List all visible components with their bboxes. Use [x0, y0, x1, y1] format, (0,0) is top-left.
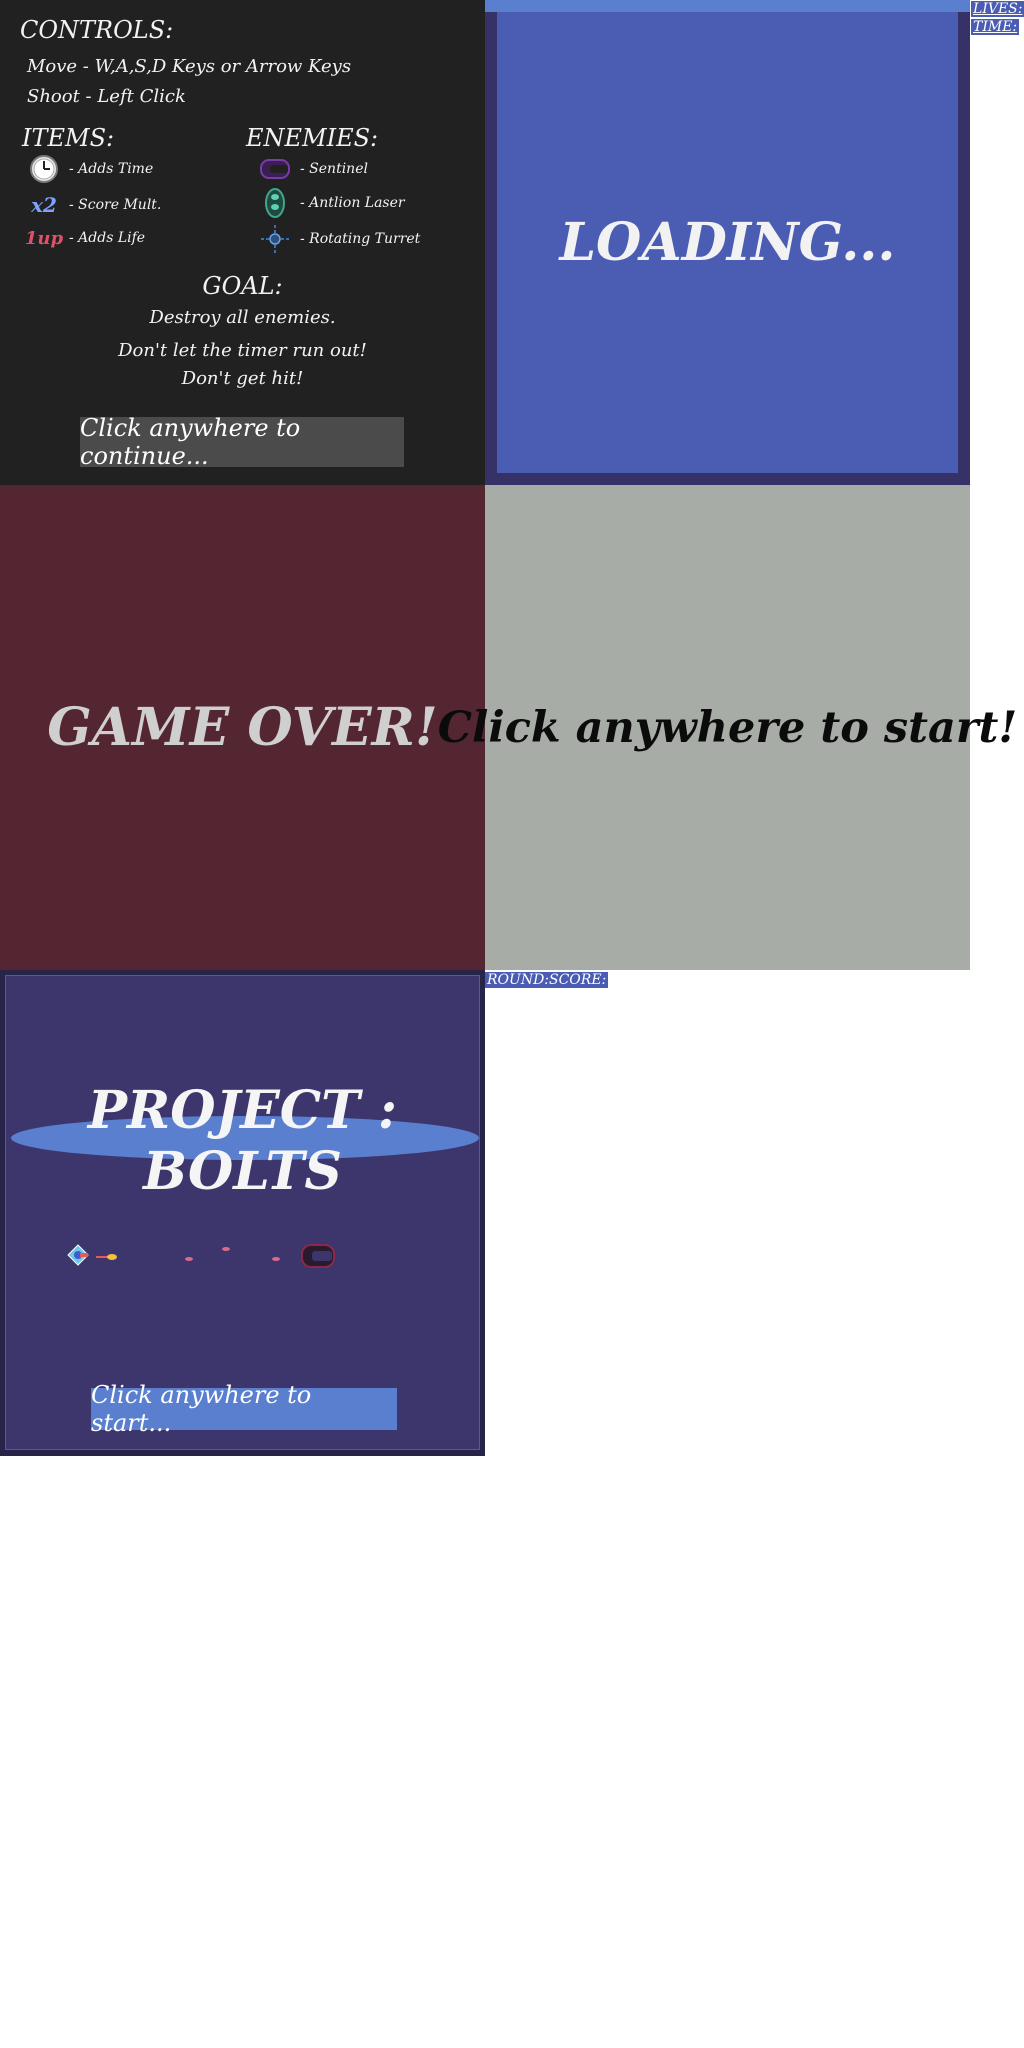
items-heading: ITEMS:: [22, 124, 115, 152]
x2-icon: x2: [31, 193, 57, 217]
round-score-label: ROUND:SCORE:: [485, 972, 609, 988]
rotating-turret-icon: [258, 224, 292, 254]
enemy-sentinel-label: - Sentinel: [300, 161, 368, 177]
controls-heading: CONTROLS:: [20, 16, 174, 44]
shoot-instruction: Shoot - Left Click: [27, 86, 186, 107]
game-title: PROJECT : BOLTS: [87, 1080, 398, 1202]
enemy-turret: - Rotating Turret: [258, 224, 420, 254]
goal-line-1: Destroy all enemies.: [149, 307, 336, 328]
enemy-sentinel: - Sentinel: [258, 154, 368, 184]
title-start-button[interactable]: Click anywhere to start...: [91, 1381, 397, 1437]
time-label: TIME:: [971, 19, 1020, 35]
item-score-mult-label: - Score Mult.: [69, 197, 162, 213]
item-life-label: - Adds Life: [69, 230, 146, 246]
move-instruction: Move - W,A,S,D Keys or Arrow Keys: [27, 56, 352, 77]
item-life: 1up - Adds Life: [24, 223, 146, 253]
item-time-label: - Adds Time: [69, 161, 154, 177]
game-over-panel: GAME OVER!: [0, 485, 485, 970]
continue-button[interactable]: Click anywhere to continue...: [80, 414, 404, 470]
demo-scene: [67, 1244, 335, 1268]
loading-panel: LOADING...: [485, 0, 970, 485]
goal-heading: GOAL:: [202, 272, 283, 300]
sentinel-enemy-icon: [301, 1244, 335, 1268]
enemy-shot-icon: [222, 1247, 230, 1251]
1up-icon: 1up: [24, 227, 64, 249]
loading-text: LOADING...: [559, 212, 896, 273]
item-score-mult: x2 - Score Mult.: [27, 190, 161, 220]
antlion-laser-icon: [258, 188, 292, 218]
loading-top-bar: [485, 0, 970, 12]
bullet-icon: [96, 1254, 117, 1260]
clock-icon: [27, 154, 61, 184]
enemy-antlion-label: - Antlion Laser: [300, 195, 405, 211]
enemy-shot-icon: [185, 1257, 193, 1261]
enemies-heading: ENEMIES:: [246, 124, 379, 152]
instructions-panel[interactable]: CONTROLS: Move - W,A,S,D Keys or Arrow K…: [0, 0, 485, 485]
title-inner: PROJECT : BOLTS Click anywhere to start.…: [5, 975, 480, 1450]
lives-label: LIVES:: [971, 1, 1024, 17]
game-over-text: GAME OVER!: [47, 697, 438, 758]
goal-line-2: Don't let the timer run out!: [118, 340, 367, 361]
sentinel-icon: [258, 154, 292, 184]
enemy-antlion: - Antlion Laser: [258, 188, 405, 218]
title-panel[interactable]: PROJECT : BOLTS Click anywhere to start.…: [0, 970, 485, 1456]
start-prompt-text[interactable]: Click anywhere to start!: [438, 703, 1017, 753]
enemy-turret-label: - Rotating Turret: [300, 231, 421, 247]
item-time: - Adds Time: [27, 154, 153, 184]
start-panel[interactable]: Click anywhere to start!: [438, 485, 1017, 970]
loading-inner: LOADING...: [497, 12, 958, 473]
enemy-shot-icon: [272, 1257, 280, 1261]
player-ship-icon: [67, 1244, 89, 1266]
goal-line-3: Don't get hit!: [181, 368, 304, 389]
